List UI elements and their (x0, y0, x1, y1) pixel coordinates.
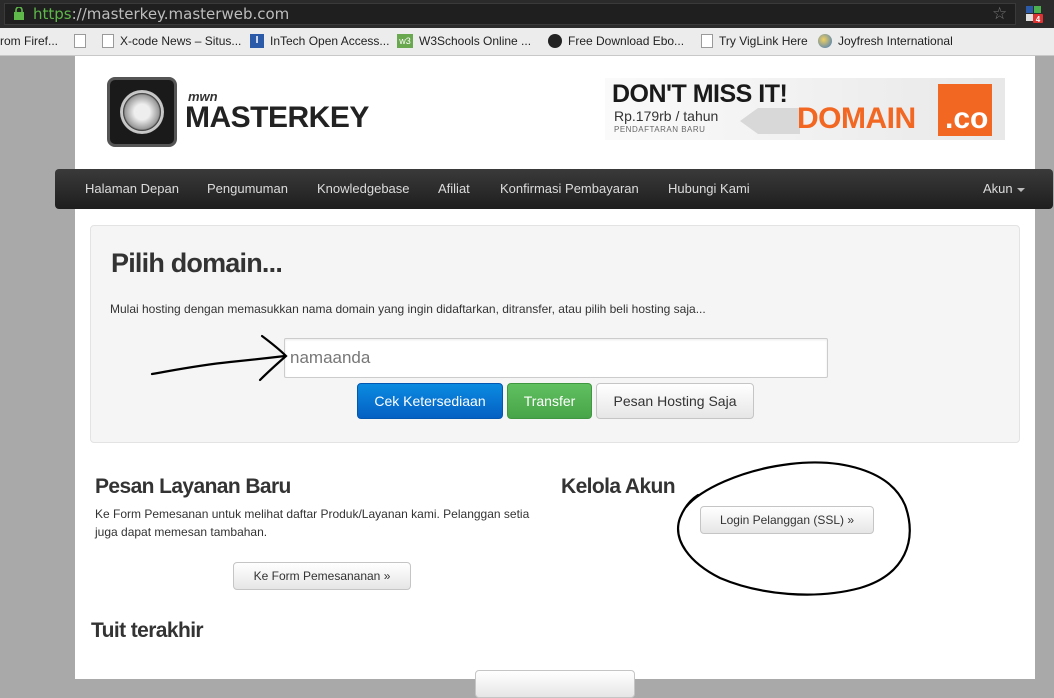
lock-icon (14, 7, 24, 20)
domain-input[interactable] (284, 338, 828, 378)
bookmark-item[interactable]: Try VigLink Here (701, 34, 808, 48)
domain-search-panel: Pilih domain... Mulai hosting dengan mem… (90, 225, 1020, 443)
page-icon (74, 34, 86, 48)
bookmark-star-icon[interactable]: ☆ (992, 4, 1007, 24)
caret-down-icon (1016, 187, 1025, 192)
client-login-button[interactable]: Login Pelanggan (SSL) » (700, 506, 874, 534)
bookmark-item[interactable] (74, 34, 92, 48)
page-container: mwn MASTERKEY DON'T MISS IT! Rp.179rb / … (55, 56, 1053, 698)
order-description: Ke Form Pemesanan untuk melihat daftar P… (95, 507, 530, 539)
masterkey-logo[interactable] (107, 77, 177, 147)
bookmark-item[interactable]: I InTech Open Access... (250, 34, 389, 48)
extension-icon[interactable]: 4 (1025, 5, 1043, 23)
banner-note: PENDAFTARAN BARU (614, 125, 706, 134)
bookmark-item[interactable]: w3 W3Schools Online ... (397, 34, 531, 48)
w3schools-icon: w3 (397, 34, 413, 48)
tweets-more-button[interactable] (475, 670, 635, 698)
order-hosting-button[interactable]: Pesan Hosting Saja (596, 383, 754, 419)
bookmark-item[interactable]: X-code News – Situs... (102, 34, 241, 48)
bookmark-item[interactable]: Joyfresh International (818, 34, 953, 48)
banner-price: Rp.179rb / tahun (614, 108, 719, 124)
url-text[interactable]: https://masterkey.masterweb.com (33, 5, 289, 23)
banner-tld: .co (945, 102, 989, 135)
banner-headline: DON'T MISS IT! (612, 80, 788, 108)
globe-icon (818, 34, 832, 48)
hero-description: Mulai hosting dengan memasukkan nama dom… (110, 302, 706, 316)
bookmark-item[interactable]: Free Download Ebo... (548, 34, 684, 48)
nav-item-contact[interactable]: Hubungi Kami (668, 181, 750, 196)
page-icon (102, 34, 114, 48)
page-gutter (1035, 56, 1054, 679)
intech-icon: I (250, 34, 264, 48)
ebook-icon (548, 34, 562, 48)
nav-item-payment-confirmation[interactable]: Konfirmasi Pembayaran (500, 181, 639, 196)
order-form-button[interactable]: Ke Form Pemesananan » (233, 562, 411, 590)
nav-account-dropdown[interactable]: Akun (983, 181, 1025, 196)
gear-key-icon (120, 90, 164, 134)
bookmark-item[interactable]: rom Firef... (0, 34, 58, 48)
page-title: Pilih domain... (111, 248, 283, 278)
check-availability-button[interactable]: Cek Ketersediaan (357, 383, 503, 419)
domain-co-banner[interactable]: DON'T MISS IT! Rp.179rb / tahun PENDAFTA… (605, 78, 1005, 140)
svg-text:4: 4 (1036, 15, 1041, 23)
brand-name[interactable]: MASTERKEY (185, 101, 369, 135)
tweets-section-title: Tuit terakhir (91, 619, 204, 642)
transfer-button[interactable]: Transfer (507, 383, 592, 419)
nav-item-home[interactable]: Halaman Depan (85, 181, 179, 196)
page-icon (701, 34, 713, 48)
nav-item-affiliates[interactable]: Afiliat (438, 181, 470, 196)
main-navbar: Halaman Depan Pengumuman Knowledgebase A… (55, 169, 1053, 209)
banner-domain: DOMAIN (797, 102, 916, 135)
order-section-title: Pesan Layanan Baru (95, 475, 291, 498)
bookmarks-bar: rom Firef... X-code News – Situs... I InT… (0, 28, 1054, 56)
browser-address-bar: https://masterkey.masterweb.com ☆ 4 (0, 0, 1054, 28)
nav-item-knowledgebase[interactable]: Knowledgebase (317, 181, 410, 196)
banner-arrow-icon (740, 108, 800, 134)
nav-item-announcements[interactable]: Pengumuman (207, 181, 288, 196)
account-section-title: Kelola Akun (561, 475, 676, 498)
